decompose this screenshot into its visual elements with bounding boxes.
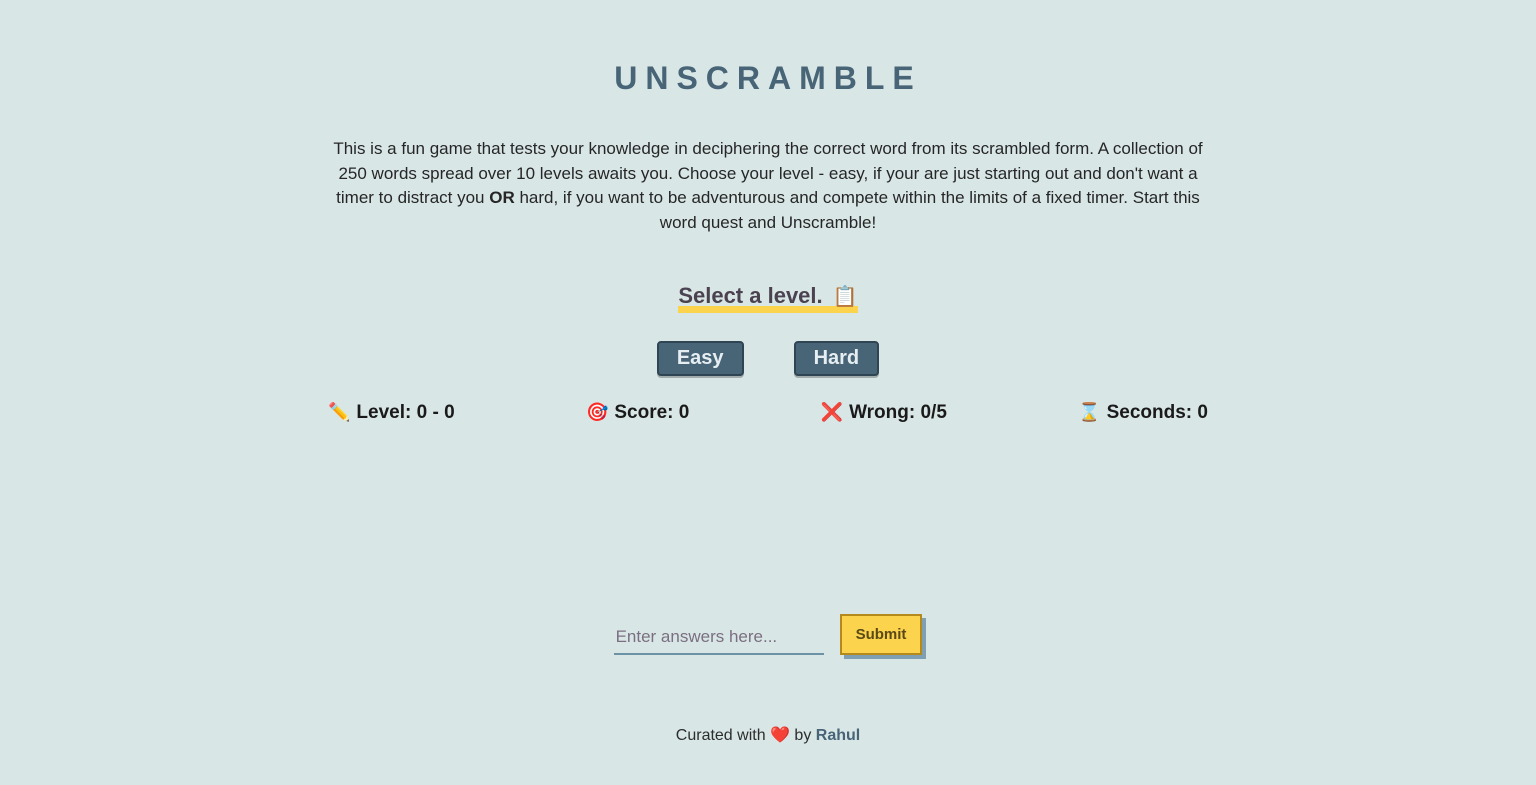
seconds-value: 0 bbox=[1197, 402, 1208, 423]
intro-or: OR bbox=[489, 188, 515, 207]
stat-level: ✏️ Level: 0 - 0 bbox=[328, 402, 455, 424]
score-value: 0 bbox=[679, 402, 690, 423]
submit-button[interactable]: Submit bbox=[840, 614, 923, 655]
hourglass-icon: ⌛ bbox=[1078, 402, 1100, 423]
hard-button[interactable]: Hard bbox=[794, 341, 880, 376]
clipboard-icon: 📋 bbox=[833, 286, 858, 308]
seconds-label: Seconds: bbox=[1107, 402, 1198, 423]
level-buttons: Easy Hard bbox=[318, 341, 1218, 376]
easy-button[interactable]: Easy bbox=[657, 341, 744, 376]
footer: Curated with ❤️ by Rahul bbox=[318, 725, 1218, 745]
intro-part2: hard, if you want to be adventurous and … bbox=[515, 188, 1200, 232]
select-level-text: Select a level. bbox=[678, 283, 822, 308]
target-icon: 🎯 bbox=[586, 402, 608, 423]
footer-prefix: Curated with bbox=[676, 727, 770, 744]
footer-by: by bbox=[790, 727, 816, 744]
level-label: Level: bbox=[356, 402, 416, 423]
page-title: UNSCRAMBLE bbox=[318, 60, 1218, 97]
level-value: 0 - 0 bbox=[417, 402, 455, 423]
stat-score: 🎯 Score: 0 bbox=[586, 402, 689, 424]
pencil-icon: ✏️ bbox=[328, 402, 350, 423]
score-label: Score: bbox=[614, 402, 678, 423]
wrong-value: 0/5 bbox=[920, 402, 946, 423]
stat-seconds: ⌛ Seconds: 0 bbox=[1078, 402, 1208, 424]
cross-icon: ❌ bbox=[821, 402, 843, 423]
stat-wrong: ❌ Wrong: 0/5 bbox=[821, 402, 947, 424]
select-level-label: Select a level. 📋 bbox=[678, 286, 857, 313]
answer-row: Submit bbox=[318, 614, 1218, 655]
wrong-label: Wrong: bbox=[849, 402, 920, 423]
heart-icon: ❤️ bbox=[770, 727, 790, 744]
author-link[interactable]: Rahul bbox=[816, 727, 860, 744]
answer-input[interactable] bbox=[614, 621, 824, 655]
stats-row: ✏️ Level: 0 - 0 🎯 Score: 0 ❌ Wrong: 0/5 … bbox=[318, 402, 1218, 424]
intro-paragraph: This is a fun game that tests your knowl… bbox=[318, 137, 1218, 236]
